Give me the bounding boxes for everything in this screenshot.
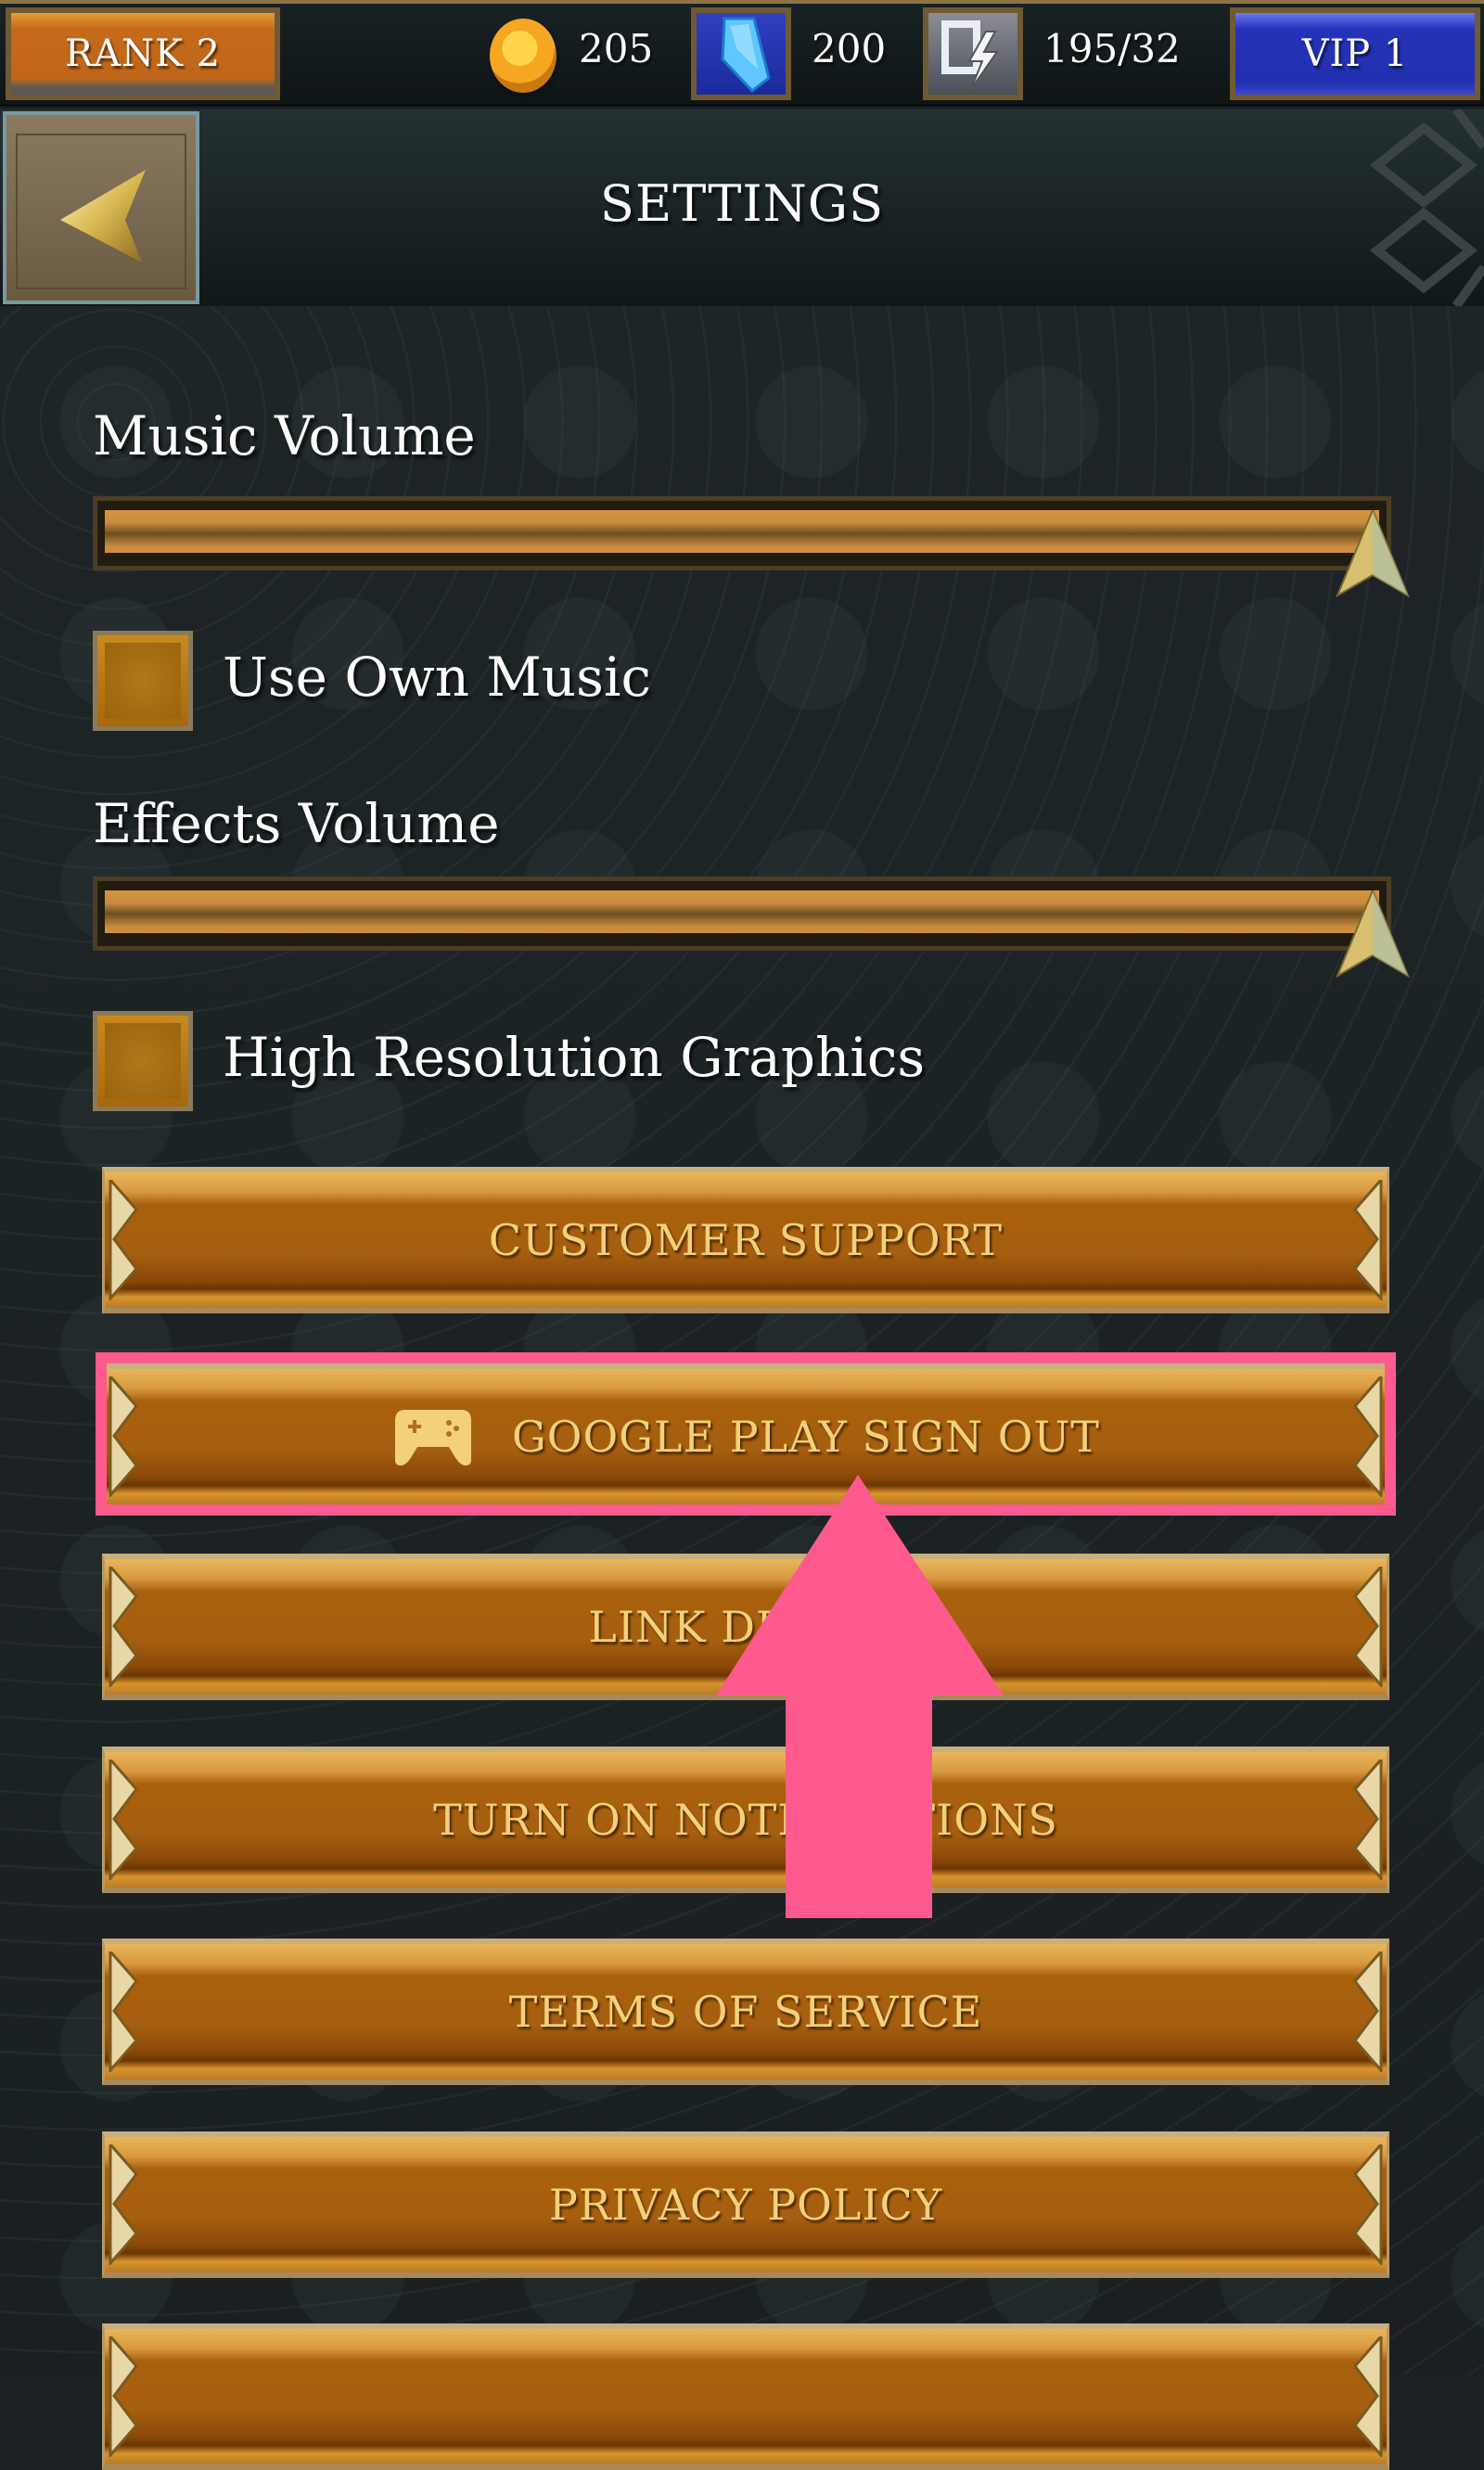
left-ornament-icon [109, 2144, 138, 2265]
effects-volume-slider[interactable] [93, 877, 1391, 951]
gamepad-icon [395, 1410, 471, 1465]
gem-icon[interactable] [691, 7, 791, 100]
customer-support-button[interactable]: CUSTOMER SUPPORT [102, 1167, 1389, 1313]
right-ornament-icon [1353, 1952, 1383, 2072]
terms-of-service-button[interactable]: TERMS OF SERVICE [102, 1939, 1389, 2085]
right-ornament-icon [1353, 2144, 1383, 2265]
gold-value: 205 [579, 26, 654, 71]
use-own-music-label: Use Own Music [223, 646, 651, 709]
rank-label: RANK 2 [64, 32, 222, 75]
left-ornament-icon [109, 1376, 138, 1497]
button-label: TURN ON NOTIFICATIONS [433, 1795, 1058, 1845]
left-ornament-icon [109, 1180, 138, 1300]
right-ornament-icon [1353, 1760, 1383, 1880]
left-ornament-icon [109, 1952, 138, 2072]
right-ornament-icon [1353, 2336, 1383, 2457]
rank-badge[interactable]: RANK 2 [6, 7, 280, 100]
music-volume-fill [105, 510, 1379, 553]
left-ornament-icon [109, 1760, 138, 1880]
ornament-icon [1369, 109, 1484, 306]
left-ornament-icon [109, 1567, 138, 1687]
page-title: SETTINGS [599, 174, 885, 233]
turn-on-notifications-button[interactable]: TURN ON NOTIFICATIONS [102, 1747, 1389, 1893]
energy-value: 195/32 [1043, 26, 1181, 71]
energy-icon[interactable] [923, 7, 1023, 100]
google-play-sign-out-button[interactable]: GOOGLE PLAY SIGN OUT [102, 1363, 1389, 1510]
high-res-graphics-label: High Resolution Graphics [223, 1026, 926, 1089]
button-label: TERMS OF SERVICE [508, 1987, 983, 2037]
gem-value: 200 [812, 26, 887, 71]
vip-badge[interactable]: VIP 1 [1230, 7, 1480, 100]
button-label: LINK DEVICE [588, 1602, 903, 1652]
checkbox-inner [105, 1023, 181, 1099]
button-label: GOOGLE PLAY SIGN OUT [512, 1412, 1100, 1462]
high-res-graphics-checkbox[interactable] [93, 1011, 193, 1111]
effects-volume-thumb[interactable] [1336, 890, 1410, 983]
effects-volume-label: Effects Volume [93, 792, 500, 855]
coin-icon [490, 19, 556, 93]
music-volume-slider[interactable] [93, 496, 1391, 570]
resource-bar: RANK 2 205 200 195/32 VIP 1 [0, 0, 1484, 107]
topbar-stripe [0, 0, 1484, 4]
button-label: PRIVACY POLICY [548, 2180, 943, 2230]
right-ornament-icon [1353, 1567, 1383, 1687]
vip-label: VIP 1 [1301, 32, 1409, 75]
partial-button[interactable] [102, 2323, 1389, 2470]
right-ornament-icon [1353, 1376, 1383, 1497]
use-own-music-checkbox[interactable] [93, 631, 193, 731]
checkbox-inner [105, 643, 181, 719]
right-ornament-icon [1353, 1180, 1383, 1300]
left-ornament-icon [109, 2336, 138, 2457]
privacy-policy-button[interactable]: PRIVACY POLICY [102, 2131, 1389, 2278]
music-volume-thumb[interactable] [1336, 510, 1410, 603]
link-device-button[interactable]: LINK DEVICE [102, 1554, 1389, 1700]
button-label: CUSTOMER SUPPORT [488, 1215, 1004, 1265]
music-volume-label: Music Volume [93, 404, 476, 467]
effects-volume-fill [105, 890, 1379, 933]
